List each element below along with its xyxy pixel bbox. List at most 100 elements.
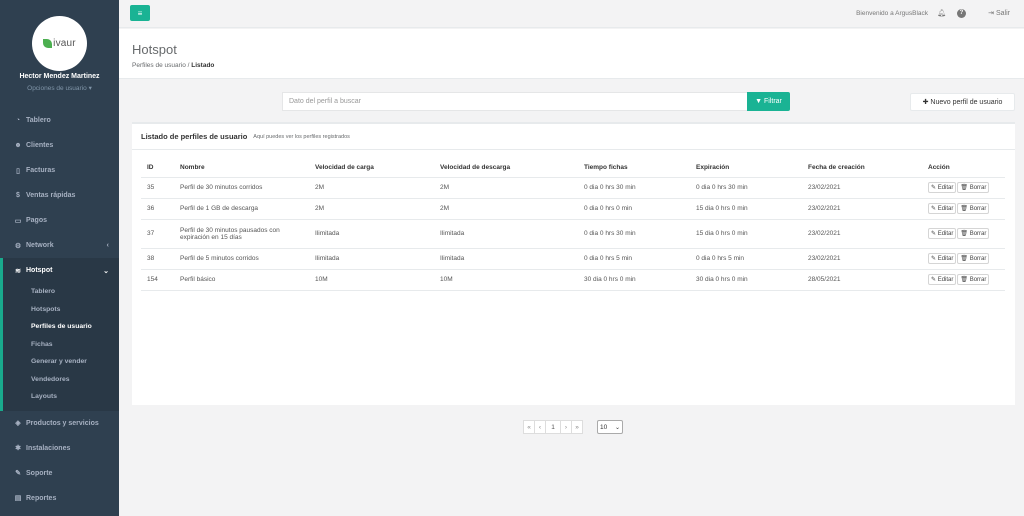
cell-nombre: Perfil básico	[174, 269, 309, 291]
welcome-text: Bienvenido a ArgusBlack	[856, 10, 928, 17]
sidebar-item-ventas[interactable]: $ Ventas rápidas	[0, 183, 119, 208]
profiles-table: ID Nombre Velocidad de carga Velocidad d…	[141, 159, 1005, 291]
cell-accion: ✎ Editar 🗑︎ Borrar	[922, 198, 1005, 220]
sidebar-item-productos[interactable]: ◈ Productos y servicios	[0, 411, 119, 436]
logo-leaf-icon	[43, 39, 53, 48]
cell-accion: ✎ Editar 🗑︎ Borrar	[922, 219, 1005, 249]
panel-heading: Listado de perfiles de usuario	[141, 132, 248, 141]
cell-descarga: 10M	[434, 269, 578, 291]
menu-toggle-button[interactable]: ≡	[130, 5, 150, 21]
table-row: 38 Perfil de 5 minutos corridos Ilimitad…	[141, 248, 1005, 270]
edit-label: Editar	[937, 256, 954, 262]
delete-button[interactable]: 🗑︎ Borrar	[957, 228, 990, 239]
col-expiracion: Expiración	[690, 159, 802, 178]
profiles-panel: Listado de perfiles de usuario Aquí pued…	[132, 122, 1015, 405]
edit-button[interactable]: ✎ Editar	[928, 203, 957, 214]
sidebar-subitem-hotspots[interactable]: Hotspots	[3, 301, 119, 319]
edit-icon: ✎	[931, 185, 937, 191]
sidebar-subitem-layouts[interactable]: Layouts	[3, 388, 119, 406]
delete-button[interactable]: 🗑︎ Borrar	[957, 182, 990, 193]
table-header-row: ID Nombre Velocidad de carga Velocidad d…	[141, 159, 1005, 178]
sidebar-item-network[interactable]: ⚙ Network ‹	[0, 233, 119, 258]
logout-link[interactable]: ⇥ Salir	[988, 9, 1010, 17]
topbar: ≡ Bienvenido a ArgusBlack 🔔︎ ? ⇥ Salir	[119, 0, 1024, 28]
user-options-dropdown[interactable]: Opciones de usuario ▾	[0, 84, 119, 92]
sidebar-item-clientes[interactable]: ☻ Clientes	[0, 133, 119, 158]
delete-button[interactable]: 🗑︎ Borrar	[957, 203, 990, 214]
breadcrumb-link[interactable]: Perfiles de usuario	[132, 62, 186, 69]
cell-carga: 2M	[309, 198, 434, 220]
new-profile-button[interactable]: ✚ Nuevo perfil de usuario	[910, 93, 1015, 111]
cell-tiempo: 0 dia 0 hrs 30 min	[578, 177, 690, 199]
page-size-select[interactable]: 10 ⌄	[597, 420, 623, 434]
chevron-down-icon: ⌄	[103, 267, 109, 275]
table-row: 154 Perfil básico 10M 10M 30 dia 0 hrs 0…	[141, 269, 1005, 291]
sidebar-item-instalaciones[interactable]: ✱ Instalaciones	[0, 436, 119, 461]
cell-expiracion: 0 dia 0 hrs 30 min	[690, 177, 802, 199]
edit-button[interactable]: ✎ Editar	[928, 228, 957, 239]
sidebar-item-label: Tablero	[26, 117, 51, 124]
sidebar-item-label: Clientes	[26, 142, 54, 149]
page-current[interactable]: 1	[545, 420, 561, 434]
sidebar-item-hotspot[interactable]: ≋ Hotspot ⌄	[3, 258, 119, 283]
cell-id: 35	[141, 177, 174, 199]
col-nombre: Nombre	[174, 159, 309, 178]
edit-label: Editar	[937, 206, 954, 212]
page-last-button[interactable]: »	[571, 420, 583, 434]
bell-icon[interactable]: 🔔︎	[937, 9, 946, 17]
panel-subtitle: Aquí puedes ver los perfiles registrados	[253, 133, 350, 140]
help-icon[interactable]: ?	[957, 9, 966, 18]
cell-fecha: 28/05/2021	[802, 269, 922, 291]
cell-nombre: Perfil de 30 minutos pausados con expira…	[174, 219, 309, 249]
edit-button[interactable]: ✎ Editar	[928, 182, 957, 193]
avatar: ivaur	[32, 16, 87, 71]
sidebar-item-pagos[interactable]: ▭ Pagos	[0, 208, 119, 233]
sidebar-subitem-perfiles[interactable]: Perfiles de usuario	[3, 318, 119, 336]
cell-expiracion: 15 dia 0 hrs 0 min	[690, 198, 802, 220]
book-icon: ▤	[14, 495, 22, 502]
panel-title: Listado de perfiles de usuario Aquí pued…	[132, 124, 1015, 150]
sidebar-item-soporte[interactable]: ✎ Soporte	[0, 461, 119, 486]
sitemap-icon: ⚙	[14, 242, 22, 250]
users-icon: ☻	[14, 142, 22, 149]
delete-button[interactable]: 🗑︎ Borrar	[957, 253, 990, 264]
chevron-left-icon: ‹	[106, 242, 109, 249]
sidebar-group-hotspot: ≋ Hotspot ⌄ Tablero Hotspots Perfiles de u…	[0, 258, 119, 411]
cell-fecha: 23/02/2021	[802, 198, 922, 220]
sidebar-subitem-vendedores[interactable]: Vendedores	[3, 371, 119, 389]
cell-carga: Ilimitada	[309, 248, 434, 270]
sidebar-item-tablero[interactable]: ◔ Tablero	[0, 108, 119, 133]
edit-label: Editar	[937, 231, 954, 237]
cell-tiempo: 0 dia 0 hrs 30 min	[578, 219, 690, 249]
cell-descarga: 2M	[434, 177, 578, 199]
cell-nombre: Perfil de 5 minutos corridos	[174, 248, 309, 270]
col-id: ID	[141, 159, 174, 178]
search-input[interactable]: Dato del perfil a buscar	[282, 92, 748, 111]
gears-icon: ✱	[15, 445, 21, 452]
breadcrumb: Perfiles de usuario / Listado	[132, 62, 214, 69]
sidebar: ivaur Hector Mendez Martinez Opciones de…	[0, 0, 119, 516]
edit-button[interactable]: ✎ Editar	[928, 253, 957, 264]
cell-descarga: Ilimitada	[434, 219, 578, 249]
filter-button[interactable]: ▼ Filtrar	[747, 92, 790, 111]
sidebar-subitem-tablero[interactable]: Tablero	[3, 283, 119, 301]
cell-expiracion: 15 dia 0 hrs 0 min	[690, 219, 802, 249]
col-fecha: Fecha de creación	[802, 159, 922, 178]
wrench-icon: ✎	[15, 470, 21, 477]
cell-fecha: 23/02/2021	[802, 219, 922, 249]
sidebar-item-facturas[interactable]: ▯ Facturas	[0, 158, 119, 183]
sidebar-subitem-generar[interactable]: Generar y vender	[3, 353, 119, 371]
delete-button[interactable]: 🗑︎ Borrar	[957, 274, 990, 285]
tachometer-icon: ◔	[15, 117, 21, 124]
sidebar-item-label: Facturas	[26, 167, 56, 174]
breadcrumb-current: Listado	[191, 62, 215, 69]
sidebar-subitem-fichas[interactable]: Fichas	[3, 336, 119, 354]
cell-tiempo: 0 dia 0 hrs 0 min	[578, 198, 690, 220]
trash-icon: 🗑︎	[960, 231, 969, 237]
cell-nombre: Perfil de 30 minutos corridos	[174, 177, 309, 199]
dollar-icon: $	[16, 192, 20, 199]
edit-button[interactable]: ✎ Editar	[928, 274, 957, 285]
sidebar-item-reportes[interactable]: ▤ Reportes	[0, 486, 119, 511]
edit-icon: ✎	[931, 206, 937, 212]
cell-carga: Ilimitada	[309, 219, 434, 249]
